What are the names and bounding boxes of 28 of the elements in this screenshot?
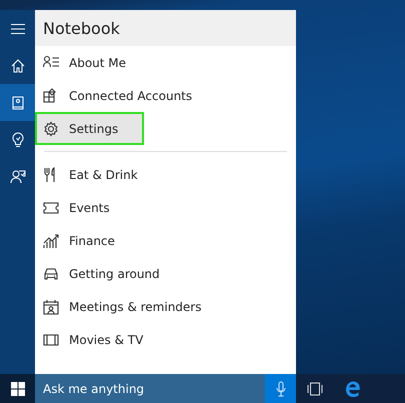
car-icon [43,266,59,282]
home-icon [10,58,24,72]
start-button[interactable] [0,374,35,403]
menu-item[interactable]: About Me [35,46,296,79]
settings-icon [43,120,59,136]
ticket-icon [43,200,59,216]
menu-item[interactable]: Meetings & reminders [35,290,296,323]
film-icon [43,332,59,348]
panel-title: Notebook [43,18,120,38]
search-field[interactable]: Ask me anything [35,374,265,403]
notebook-tab[interactable] [0,84,35,121]
menu-item[interactable]: Events [35,191,296,224]
menu-item[interactable]: Eat & Drink [35,158,296,191]
feedback-icon [10,169,26,184]
lightbulb-icon [12,132,24,148]
task-view-icon [306,382,324,396]
menu-item[interactable]: Connected Accounts [35,79,296,112]
notebook-icon [12,96,24,110]
windows-icon [10,382,24,396]
menu-icon [10,24,24,34]
menu-item[interactable]: Finance [35,224,296,257]
chart-up-icon [43,232,59,248]
calendar-person-icon [43,298,59,314]
menu-item[interactable]: Movies & TV [35,323,296,356]
menu-item[interactable]: Getting around [35,257,296,290]
menu-item[interactable]: Settings [35,112,144,145]
microphone-icon [276,380,286,396]
browser-e-icon [344,380,362,398]
